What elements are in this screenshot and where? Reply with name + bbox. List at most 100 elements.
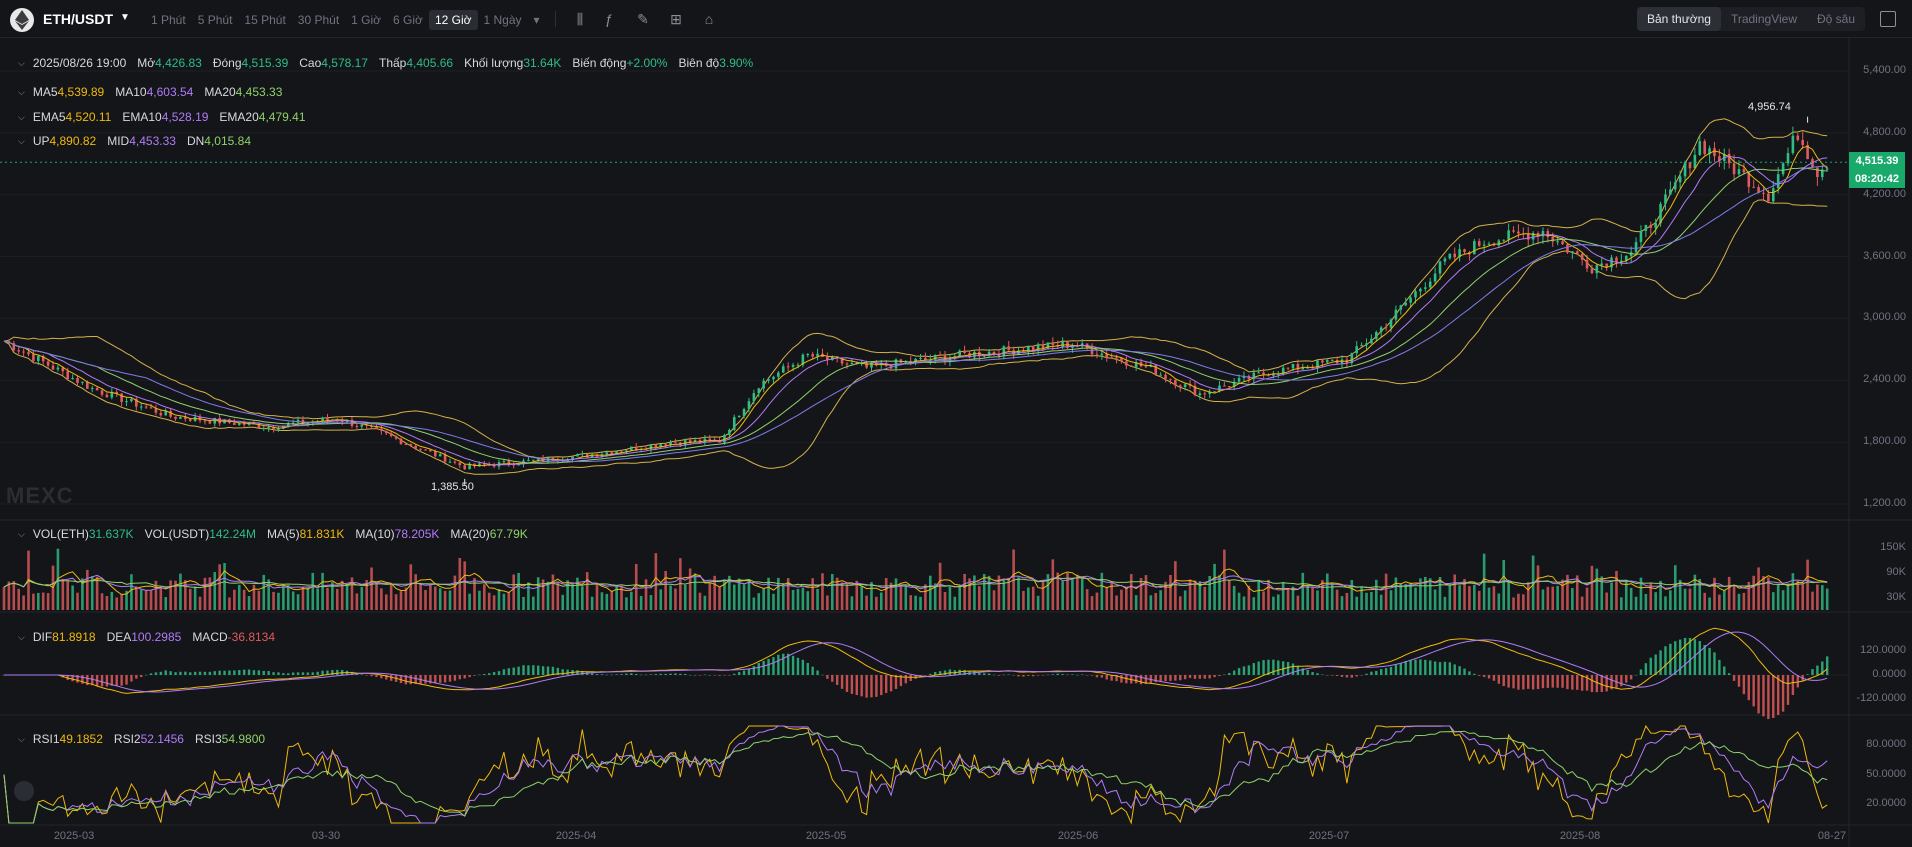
ema5-value: 4,520.11 xyxy=(65,110,112,124)
volume-bar xyxy=(1825,588,1829,610)
volume-bar xyxy=(1806,559,1809,610)
macd-histogram-bar xyxy=(639,674,643,676)
volume-bar xyxy=(115,597,119,610)
ma20-value: 4,453.33 xyxy=(235,85,283,99)
vol-usdt-label: VOL(USDT) xyxy=(144,527,210,541)
volume-bar xyxy=(527,582,530,610)
macd-histogram-bar xyxy=(497,671,501,675)
macd-histogram-bar xyxy=(1531,675,1535,690)
volume-bar xyxy=(17,588,21,610)
volume-bar xyxy=(708,583,712,610)
macd-histogram-bar xyxy=(742,670,746,675)
collapse-chevron-icon[interactable]: ⌵ xyxy=(18,734,25,745)
macd-histogram-bar xyxy=(674,673,677,675)
volume-bar xyxy=(1178,596,1182,610)
candle-body xyxy=(360,424,364,427)
collapse-chevron-icon[interactable]: ⌵ xyxy=(18,87,25,98)
candle-body xyxy=(806,353,810,355)
macd-histogram-bar xyxy=(997,675,1001,676)
volume-bar xyxy=(458,557,462,610)
collapse-chevron-icon[interactable]: ⌵ xyxy=(18,112,25,123)
volume-bar xyxy=(12,581,16,610)
macd-histogram-bar xyxy=(1546,675,1550,688)
candle-body xyxy=(463,465,467,470)
volume-bar xyxy=(1296,595,1300,610)
macd-histogram-bar xyxy=(1458,666,1461,675)
macd-histogram-bar xyxy=(233,670,236,675)
volume-bar xyxy=(1620,597,1623,610)
volume-bar xyxy=(801,587,805,610)
volume-bar xyxy=(1125,588,1128,610)
macd-histogram-bar xyxy=(247,669,251,675)
candle-body xyxy=(130,398,133,402)
rsi3-label: RSI3 xyxy=(194,732,222,746)
macd-histogram-bar xyxy=(458,675,461,680)
macd-histogram-bar xyxy=(1414,659,1417,675)
candle-body xyxy=(384,430,388,434)
collapse-chevron-icon[interactable]: ⌵ xyxy=(18,632,25,643)
macd-histogram-bar xyxy=(821,674,824,676)
candle-body xyxy=(1453,253,1457,258)
candle-body xyxy=(1419,288,1422,292)
candle-body xyxy=(777,372,780,377)
volume-bar xyxy=(664,570,667,610)
macd-histogram-bar xyxy=(782,653,785,675)
volume-bar xyxy=(674,588,677,610)
macd-histogram-bar xyxy=(850,675,854,694)
rsi2-value: 52.1456 xyxy=(140,732,184,746)
macd-histogram-bar xyxy=(1345,675,1349,678)
volume-bar xyxy=(683,584,687,610)
macd-histogram-bar xyxy=(1306,669,1309,675)
countdown-tag: 08:20:42 xyxy=(1849,170,1905,188)
collapse-chevron-icon[interactable]: ⌵ xyxy=(18,529,25,540)
macd-histogram-bar xyxy=(752,666,756,675)
ema-legend: ⌵ EMA5 4,520.11 EMA10 4,528.19 EMA20 4,479.… xyxy=(18,110,306,124)
volume-bar xyxy=(76,592,79,610)
candle-body xyxy=(1698,141,1702,155)
candle-body xyxy=(1183,384,1187,387)
candle-body xyxy=(1110,357,1113,359)
macd-histogram-bar xyxy=(1762,675,1765,717)
candle-body xyxy=(1507,230,1510,240)
volume-bar xyxy=(478,590,481,610)
candle-body xyxy=(630,446,633,451)
volume-bar xyxy=(159,586,163,610)
candle-body xyxy=(1399,305,1403,310)
candle-body xyxy=(1424,287,1427,289)
volume-bar xyxy=(32,593,35,610)
collapse-chevron-icon[interactable]: ⌵ xyxy=(18,136,25,147)
time-tick: 2025-03 xyxy=(53,830,95,842)
candle-body xyxy=(32,354,35,361)
ma20-label: MA20 xyxy=(204,85,236,99)
candle-body xyxy=(424,449,427,451)
collapse-chevron-icon[interactable]: ⌵ xyxy=(18,58,25,69)
macd-histogram-bar xyxy=(1032,675,1035,677)
candle-body xyxy=(1164,374,1167,379)
chart-canvas[interactable] xyxy=(0,0,1912,847)
volume-bar xyxy=(448,590,452,610)
volume-bar xyxy=(414,574,417,610)
volume-bar xyxy=(22,595,25,610)
high-label: Cao xyxy=(299,56,322,70)
macd-histogram-bar xyxy=(1556,675,1559,688)
volume-bar xyxy=(86,569,89,610)
candle-body xyxy=(919,357,922,359)
macd-histogram-bar xyxy=(855,675,858,696)
candle-body xyxy=(71,378,74,380)
volume-bar xyxy=(380,588,383,610)
candle-body xyxy=(174,416,177,419)
candle-body xyxy=(448,461,452,463)
volume-bar xyxy=(1355,596,1358,610)
macd-histogram-bar xyxy=(894,675,898,689)
candle-body xyxy=(1683,162,1687,177)
candle-body xyxy=(139,406,143,408)
volume-bar xyxy=(688,568,692,610)
macd-histogram-bar xyxy=(174,672,177,675)
volume-bar xyxy=(948,586,952,610)
volume-bar xyxy=(1213,563,1216,610)
macd-histogram-bar xyxy=(169,671,172,675)
ema20-line xyxy=(3,165,1828,463)
dea-label: DEA xyxy=(106,630,132,644)
macd-histogram-bar xyxy=(1252,663,1255,675)
volume-bar xyxy=(1365,592,1368,610)
